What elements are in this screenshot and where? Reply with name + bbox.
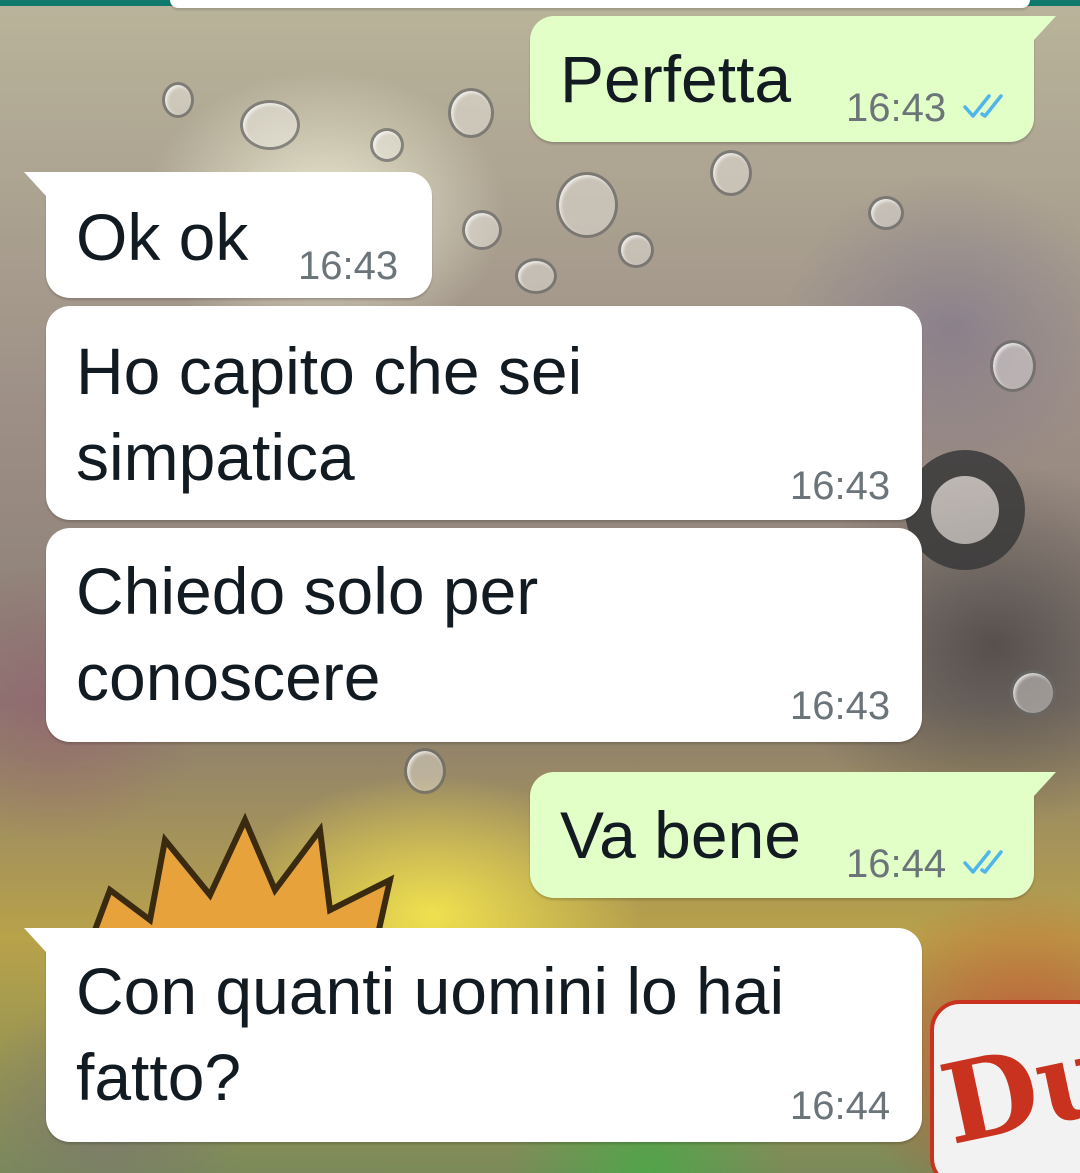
message-text: Chiedo solo per conoscere [76, 554, 539, 714]
message-bubble-outgoing[interactable]: Va bene 16:44 [530, 772, 1056, 898]
double-check-icon [963, 94, 1003, 118]
message-time: 16:43 [846, 86, 947, 130]
message-text: Va bene [560, 798, 801, 872]
previous-message-edge [170, 0, 1030, 8]
message-bubble-incoming[interactable]: Chiedo solo per conoscere 16:43 [46, 528, 922, 742]
message-text: Perfetta [560, 42, 792, 116]
message-bubble-incoming[interactable]: Ok ok 16:43 [24, 172, 432, 298]
message-text: Ok ok [76, 200, 249, 274]
message-bubble-incoming[interactable]: Con quanti uomini lo hai fatto? 16:44 [24, 928, 922, 1142]
message-time: 16:44 [846, 842, 947, 886]
double-check-icon [963, 850, 1003, 874]
message-text: Ho capito che sei simpatica [76, 334, 583, 494]
message-time: 16:43 [790, 684, 891, 728]
message-bubble-outgoing[interactable]: Perfetta 16:43 [530, 16, 1056, 142]
message-list[interactable]: Perfetta 16:43 Ok ok 16:43 Ho capito che… [0, 0, 1080, 1173]
message-bubble-incoming[interactable]: Ho capito che sei simpatica 16:43 [46, 306, 922, 520]
message-text: Con quanti uomini lo hai fatto? [76, 954, 785, 1114]
message-time: 16:44 [790, 1084, 891, 1128]
message-time: 16:43 [790, 464, 891, 508]
message-time: 16:43 [298, 244, 399, 288]
